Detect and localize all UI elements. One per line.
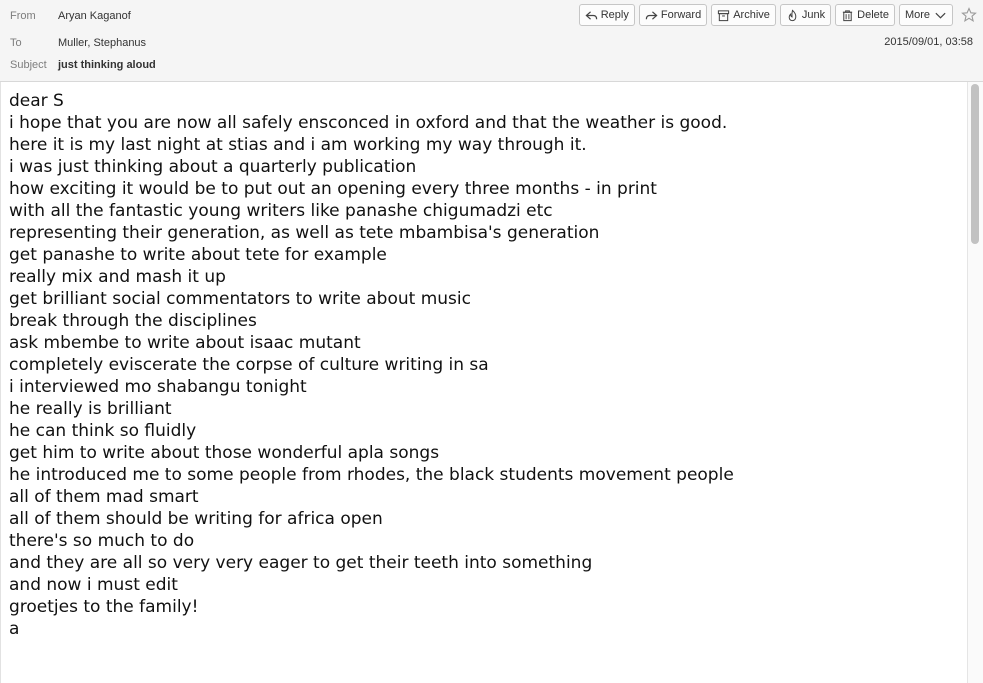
- body-line: he really is brilliant: [9, 399, 172, 419]
- to-label: To: [10, 37, 22, 49]
- body-line: here it is my last night at stias and i …: [9, 135, 587, 155]
- junk-button[interactable]: Junk: [779, 4, 832, 26]
- message-body: dear Si hope that you are now all safely…: [9, 90, 959, 640]
- forward-icon: [645, 9, 658, 22]
- divider: [0, 82, 1, 683]
- trash-icon: [841, 9, 854, 22]
- forward-button[interactable]: Forward: [638, 4, 708, 26]
- body-line: how exciting it would be to put out an o…: [9, 179, 657, 199]
- body-line: all of them mad smart: [9, 487, 199, 507]
- reply-icon: [585, 9, 598, 22]
- body-line: ask mbembe to write about isaac mutant: [9, 333, 361, 353]
- forward-label: Forward: [660, 9, 702, 21]
- body-line: groetjes to the family!: [9, 597, 199, 617]
- star-icon[interactable]: [960, 6, 978, 24]
- body-line: dear S: [9, 91, 64, 111]
- body-line: get panashe to write about tete for exam…: [9, 245, 387, 265]
- junk-label: Junk: [801, 9, 826, 21]
- subject-label: Subject: [10, 59, 47, 71]
- body-line: i interviewed mo shabangu tonight: [9, 377, 307, 397]
- body-line: break through the disciplines: [9, 311, 257, 331]
- from-label: From: [10, 10, 36, 22]
- more-button[interactable]: More: [898, 4, 953, 26]
- body-line: completely eviscerate the corpse of cult…: [9, 355, 489, 375]
- body-line: with all the fantastic young writers lik…: [9, 201, 553, 221]
- scrollbar[interactable]: [967, 82, 983, 683]
- archive-label: Archive: [733, 9, 770, 21]
- body-line: representing their generation, as well a…: [9, 223, 600, 243]
- archive-button[interactable]: Archive: [711, 4, 776, 26]
- body-line: really mix and mash it up: [9, 267, 226, 287]
- chevron-down-icon: [934, 9, 947, 22]
- more-label: More: [904, 9, 930, 21]
- delete-label: Delete: [857, 9, 889, 21]
- body-line: there's so much to do: [9, 531, 195, 551]
- body-line: get him to write about those wonderful a…: [9, 443, 440, 463]
- scrollbar-thumb[interactable]: [971, 84, 979, 244]
- body-line: a: [9, 619, 20, 639]
- junk-icon: [786, 8, 799, 22]
- body-line: all of them should be writing for africa…: [9, 509, 383, 529]
- message-toolbar: Reply Forward Archive Junk Delete More: [578, 4, 978, 26]
- to-value[interactable]: Muller, Stephanus: [58, 37, 146, 49]
- body-line: get brilliant social commentators to wri…: [9, 289, 471, 309]
- subject-value: just thinking aloud: [58, 59, 156, 71]
- date-received: 2015/09/01, 03:58: [884, 36, 973, 48]
- body-line: i hope that you are now all safely ensco…: [9, 113, 728, 133]
- archive-icon: [717, 9, 730, 22]
- body-line: he introduced me to some people from rho…: [9, 465, 734, 485]
- reply-label: Reply: [600, 9, 629, 21]
- body-line: and now i must edit: [9, 575, 178, 595]
- body-line: he can think so fluidly: [9, 421, 197, 441]
- body-line: i was just thinking about a quarterly pu…: [9, 157, 417, 177]
- from-value[interactable]: Aryan Kaganof: [58, 10, 131, 22]
- body-line: and they are all so very very eager to g…: [9, 553, 593, 573]
- message-header: From Aryan Kaganof To Muller, Stephanus …: [0, 0, 983, 82]
- delete-button[interactable]: Delete: [835, 4, 895, 26]
- reply-button[interactable]: Reply: [578, 4, 635, 26]
